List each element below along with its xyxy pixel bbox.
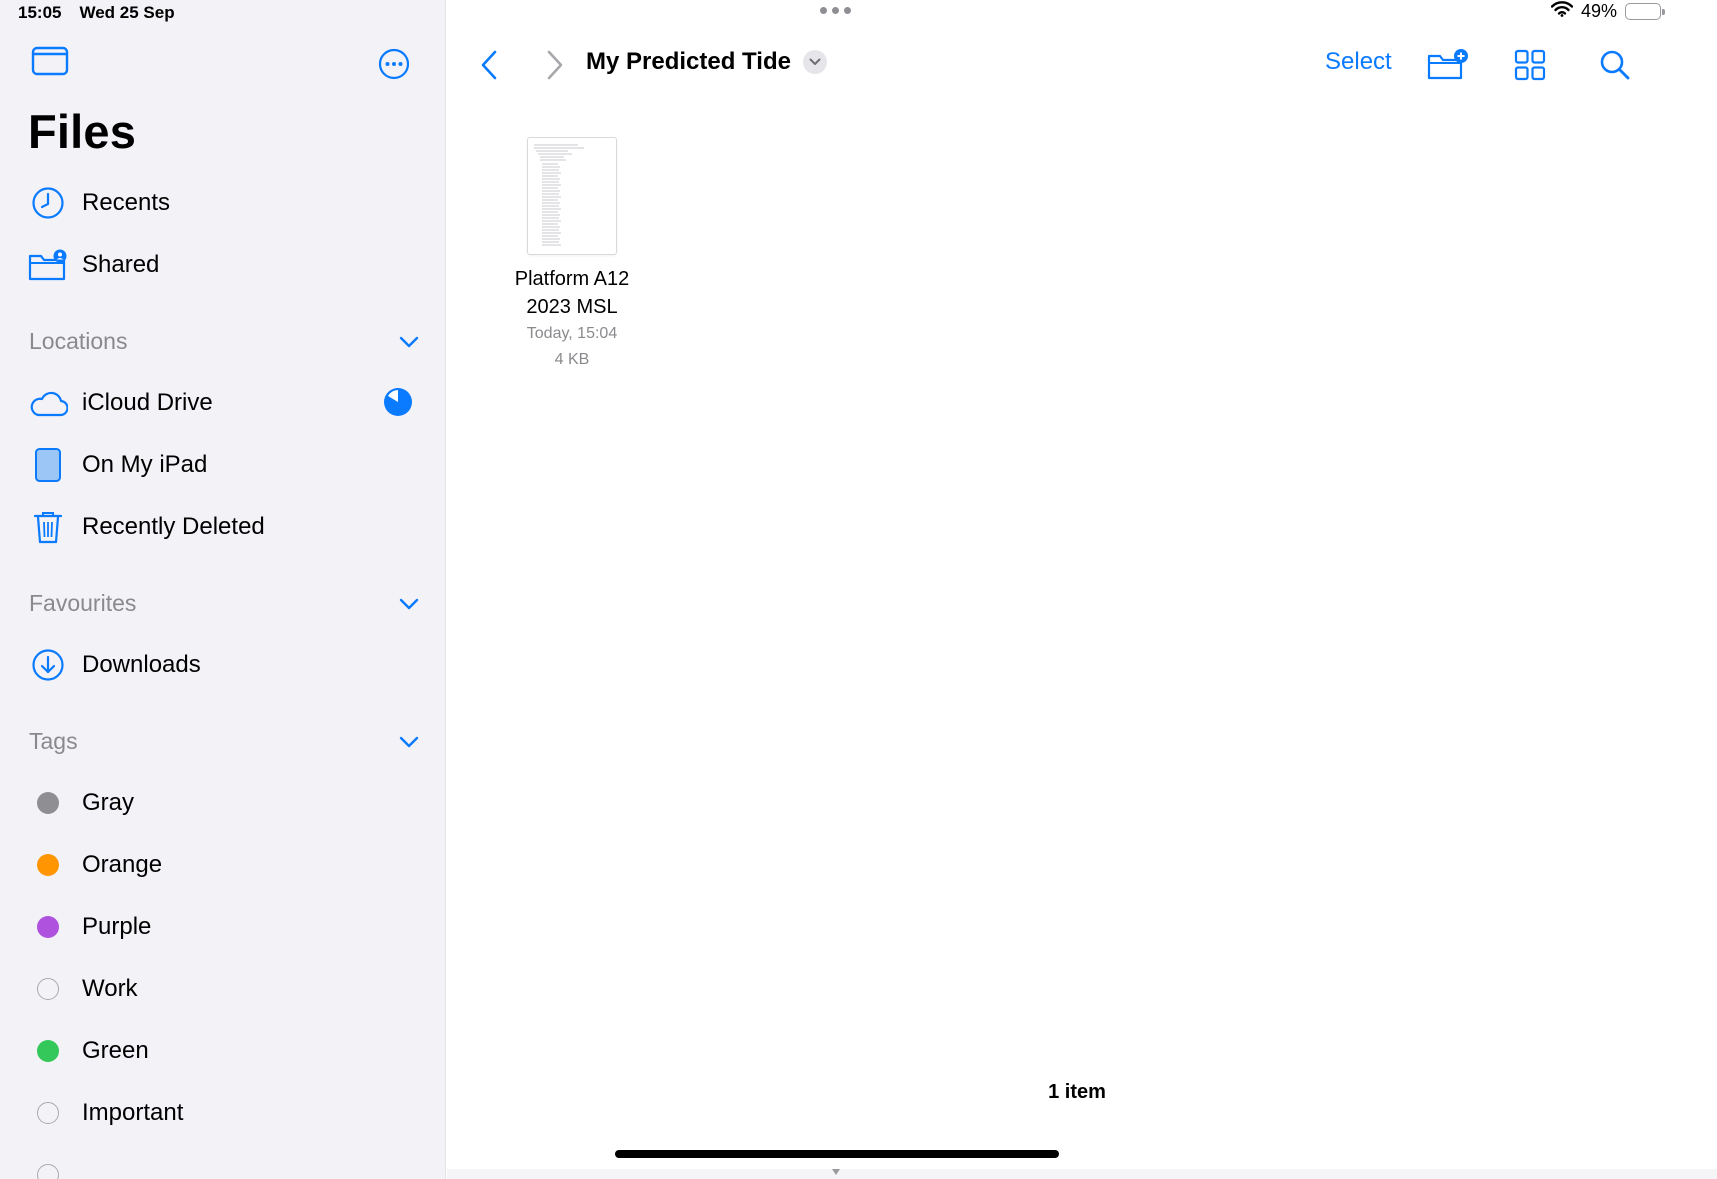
sidebar-title: Files	[28, 105, 137, 158]
multitasking-handle[interactable]	[820, 7, 851, 14]
item-count: 1 item	[1048, 1081, 1106, 1103]
sidebar-item-downloads[interactable]: Downloads	[28, 643, 418, 687]
sidebar-item-label: Purple	[82, 913, 152, 940]
chevron-down-icon[interactable]	[399, 590, 419, 617]
chevron-down-icon	[802, 50, 827, 74]
file-date: Today, 15:04	[526, 325, 618, 342]
toolbar: My Predicted Tide Select	[447, 40, 1717, 90]
storage-pie-icon	[383, 387, 413, 424]
sidebar: 15:05 Wed 25 Sep Files Recents Shared Lo…	[0, 0, 446, 1179]
new-folder-button[interactable]	[1425, 40, 1471, 90]
files-app: 15:05 Wed 25 Sep Files Recents Shared Lo…	[0, 0, 1717, 1179]
sidebar-tag-partial[interactable]	[28, 1153, 418, 1179]
sidebar-item-label: Important	[82, 1099, 184, 1126]
file-item[interactable]: Platform A12 2023 MSL Today, 15:04 4 KB	[487, 137, 657, 373]
sidebar-item-recents[interactable]: Recents	[28, 181, 418, 225]
search-button[interactable]	[1595, 40, 1635, 90]
sidebar-item-recently-deleted[interactable]: Recently Deleted	[28, 505, 418, 549]
tag-dot-icon	[28, 907, 68, 947]
more-options-icon[interactable]	[378, 48, 410, 85]
shared-folder-icon	[28, 245, 68, 285]
sidebar-item-label: Downloads	[82, 651, 201, 678]
wifi-icon	[1550, 1, 1574, 22]
document-preview-icon	[534, 144, 584, 246]
chevron-left-icon	[481, 50, 497, 80]
folder-title: My Predicted Tide	[586, 48, 791, 75]
new-folder-icon	[1427, 49, 1468, 80]
chevron-right-icon	[547, 50, 563, 80]
sidebar-item-label: Work	[82, 975, 138, 1002]
caret-down-icon	[832, 1169, 840, 1175]
sidebar-toggle-icon[interactable]	[31, 46, 69, 81]
ipad-icon	[28, 445, 68, 485]
file-size: 4 KB	[554, 351, 590, 368]
sidebar-item-label: Green	[82, 1037, 149, 1064]
view-options-button[interactable]	[1510, 40, 1550, 90]
sidebar-tag-green[interactable]: Green	[28, 1029, 418, 1073]
tag-dot-icon	[28, 783, 68, 823]
section-title: Favourites	[29, 589, 137, 616]
sidebar-item-shared[interactable]: Shared	[28, 243, 418, 287]
sidebar-item-label: Shared	[82, 251, 160, 278]
file-thumbnail[interactable]	[527, 137, 617, 255]
section-header-favourites[interactable]: Favourites	[29, 585, 419, 621]
sidebar-item-label: iCloud Drive	[82, 389, 213, 416]
bottom-strip	[447, 1169, 1717, 1179]
file-name-line: 2023 MSL	[526, 296, 618, 318]
tag-dot-icon	[28, 1031, 68, 1071]
forward-button[interactable]	[537, 40, 573, 90]
tag-dot-icon	[28, 845, 68, 885]
tag-empty-dot-icon	[28, 1093, 68, 1133]
home-indicator[interactable]	[615, 1150, 1059, 1158]
back-button[interactable]	[471, 40, 507, 90]
sidebar-item-icloud-drive[interactable]: iCloud Drive	[28, 381, 418, 425]
section-title: Tags	[29, 727, 78, 754]
status-bar-right: 49%	[1550, 1, 1665, 22]
battery-percent: 49%	[1580, 1, 1617, 21]
select-button[interactable]: Select	[1325, 48, 1392, 76]
sidebar-tag-gray[interactable]: Gray	[28, 781, 418, 825]
status-time: 15:05	[18, 3, 62, 22]
main-content: 49% My Predicted Tide Select Platform A1…	[447, 0, 1717, 1179]
sidebar-item-label: Recents	[82, 189, 171, 216]
sidebar-item-label: Orange	[82, 851, 163, 878]
cloud-icon	[28, 383, 68, 423]
sidebar-item-label: On My iPad	[82, 451, 208, 478]
download-icon	[28, 645, 68, 685]
grid-view-icon	[1514, 49, 1546, 81]
file-name[interactable]: Platform A12 2023 MSL	[487, 265, 657, 321]
trash-icon	[28, 507, 68, 547]
file-name-line: Platform A12	[514, 268, 630, 290]
sidebar-tag-important[interactable]: Important	[28, 1091, 418, 1135]
chevron-down-icon[interactable]	[399, 328, 419, 355]
tag-empty-dot-icon	[28, 969, 68, 1009]
search-icon	[1600, 50, 1630, 80]
section-title: Locations	[29, 327, 128, 354]
sidebar-tag-purple[interactable]: Purple	[28, 905, 418, 949]
status-date: Wed 25 Sep	[79, 3, 175, 22]
battery-icon	[1625, 3, 1665, 20]
folder-title-menu[interactable]: My Predicted Tide	[586, 48, 827, 76]
status-bar-left: 15:05 Wed 25 Sep	[18, 3, 175, 23]
chevron-down-icon[interactable]	[399, 728, 419, 755]
clock-icon	[28, 183, 68, 223]
sidebar-tag-orange[interactable]: Orange	[28, 843, 418, 887]
section-header-tags[interactable]: Tags	[29, 723, 419, 759]
tag-empty-dot-icon	[28, 1155, 68, 1179]
sidebar-item-on-my-ipad[interactable]: On My iPad	[28, 443, 418, 487]
sidebar-tag-work[interactable]: Work	[28, 967, 418, 1011]
sidebar-item-label: Recently Deleted	[82, 513, 265, 540]
section-header-locations[interactable]: Locations	[29, 323, 419, 359]
sidebar-item-label: Gray	[82, 789, 135, 816]
